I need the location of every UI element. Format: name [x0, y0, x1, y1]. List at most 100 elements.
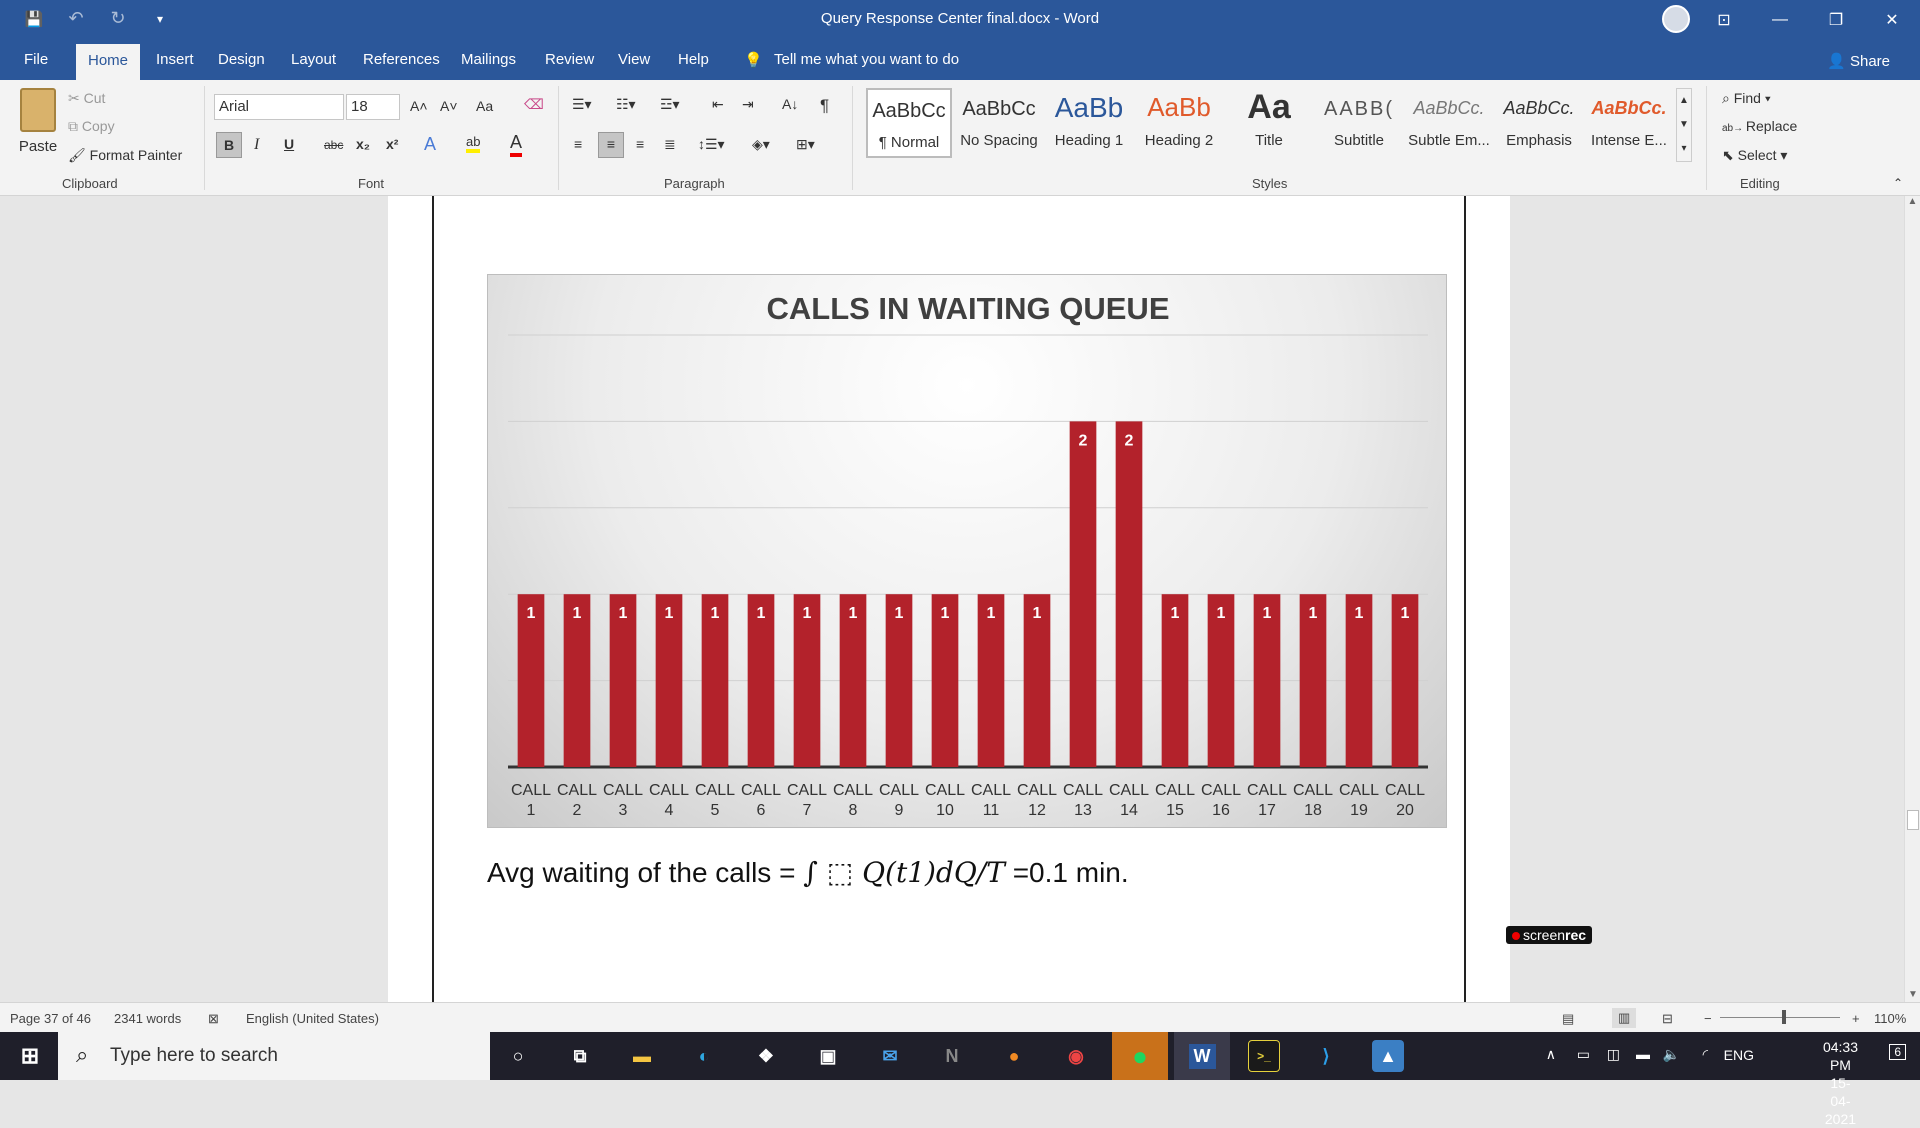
web-layout-icon[interactable]: ⊟	[1662, 1011, 1673, 1027]
equation-math[interactable]: ∫ ⬚ Q(t1)dQ/T	[803, 856, 1005, 889]
tab-design[interactable]: Design	[218, 51, 265, 68]
shading-icon[interactable]: ◈▾	[752, 136, 770, 153]
find-button[interactable]: ⌕ Find ▾	[1722, 90, 1771, 107]
tab-references[interactable]: References	[363, 51, 440, 68]
lightbulb-icon[interactable]: 💡	[744, 51, 763, 69]
highlight-icon[interactable]: ab	[466, 134, 481, 153]
close-button[interactable]: ✕	[1864, 0, 1920, 40]
format-painter-button[interactable]: 🖌 Format Painter	[68, 147, 182, 164]
line-spacing-icon[interactable]: ↕☰▾	[698, 136, 725, 153]
tab-layout[interactable]: Layout	[291, 51, 336, 68]
bar-chart[interactable]: CALLS IN WAITING QUEUE 1 CALL 1 1 CALL 2 1 CALL 3…	[487, 274, 1447, 828]
tab-insert[interactable]: Insert	[156, 51, 194, 68]
mail-icon[interactable]: ✉	[874, 1040, 906, 1072]
collapse-ribbon-icon[interactable]: ⌃	[1893, 176, 1903, 190]
copy-button[interactable]: ⧉ Copy	[68, 118, 115, 135]
superscript-button[interactable]: x²	[386, 136, 398, 152]
align-right-icon[interactable]: ≡	[636, 136, 644, 152]
text-effects-icon[interactable]: A	[424, 134, 436, 155]
change-case-button[interactable]: Aa	[476, 98, 493, 114]
strikethrough-button[interactable]: abc	[324, 138, 343, 152]
select-button[interactable]: ⬉ Select ▾	[1722, 147, 1787, 164]
store-icon[interactable]: ▣	[812, 1040, 844, 1072]
increase-indent-icon[interactable]: ⇥	[742, 96, 754, 113]
zoom-level[interactable]: 110%	[1874, 1011, 1906, 1026]
tell-me-box[interactable]: Tell me what you want to do	[774, 51, 959, 68]
wifi-icon[interactable]: ◜	[1703, 1046, 1708, 1063]
style-subtle-emphasis[interactable]: AaBbCc. Subtle Em...	[1406, 88, 1492, 158]
firefox-icon[interactable]: ●	[998, 1040, 1030, 1072]
dropbox-icon[interactable]: ❖	[750, 1040, 782, 1072]
page-count[interactable]: Page 37 of 46	[10, 1011, 91, 1026]
restore-button[interactable]: ❐	[1808, 0, 1864, 40]
tab-home[interactable]: Home	[76, 44, 141, 80]
cortana-icon[interactable]: ○	[502, 1040, 534, 1072]
zoom-slider[interactable]	[1720, 1017, 1840, 1018]
shrink-font-button[interactable]: A˅	[440, 98, 458, 114]
italic-button[interactable]: I	[254, 136, 259, 154]
scroll-down-arrow[interactable]: ▼	[1905, 989, 1920, 1000]
tray-chevron-icon[interactable]: ∧	[1546, 1046, 1556, 1063]
battery-icon[interactable]: ▬	[1636, 1046, 1650, 1062]
style-normal[interactable]: AaBbCc ¶ Normal	[866, 88, 952, 158]
style-intense-emphasis[interactable]: AaBbCc. Intense E...	[1586, 88, 1672, 158]
multilevel-list-icon[interactable]: ☲▾	[660, 96, 680, 113]
proofing-icon[interactable]: ⊠	[208, 1011, 219, 1027]
user-avatar[interactable]	[1662, 5, 1690, 33]
vscode-icon[interactable]: ⟩	[1310, 1040, 1342, 1072]
language-indicator[interactable]: English (United States)	[246, 1011, 379, 1026]
subscript-button[interactable]: x₂	[356, 136, 370, 152]
clock[interactable]: 04:33 PM 15-04-2021	[1823, 1038, 1858, 1128]
volume-icon[interactable]: 🔈	[1663, 1046, 1680, 1063]
borders-icon[interactable]: ⊞▾	[796, 136, 815, 153]
underline-button[interactable]: U	[284, 136, 294, 152]
show-formatting-button[interactable]: ¶	[820, 96, 829, 116]
task-view-icon[interactable]: ⧉	[564, 1040, 596, 1072]
bullets-icon[interactable]: ☰▾	[572, 96, 592, 113]
align-left-icon[interactable]: ≡	[574, 136, 582, 152]
style-heading-2[interactable]: AaBb Heading 2	[1136, 88, 1222, 158]
tab-review[interactable]: Review	[545, 51, 594, 68]
zoom-out-icon[interactable]: −	[1704, 1011, 1712, 1026]
font-name-dropdown[interactable]: Arial	[214, 94, 344, 120]
read-mode-icon[interactable]: ▤	[1562, 1011, 1574, 1027]
cut-button[interactable]: ✂ Cut	[68, 90, 105, 107]
notifications-button[interactable]: 6	[1889, 1044, 1906, 1060]
style-emphasis[interactable]: AaBbCc. Emphasis	[1496, 88, 1582, 158]
ribbon-display-options-icon[interactable]: ⊡	[1696, 0, 1752, 40]
spotify-icon[interactable]: ●	[1112, 1032, 1168, 1080]
edge-icon[interactable]: ◐	[688, 1040, 720, 1072]
style-subtitle[interactable]: AABB(Subtitle	[1316, 88, 1402, 158]
photos-icon[interactable]: ▲	[1372, 1040, 1404, 1072]
justify-icon[interactable]: ≣	[664, 136, 676, 153]
battery-saver-icon[interactable]: ▭	[1577, 1046, 1590, 1063]
tab-view[interactable]: View	[618, 51, 650, 68]
file-explorer-icon[interactable]: ▬	[626, 1040, 658, 1072]
font-size-dropdown[interactable]: 18	[346, 94, 400, 120]
vertical-scrollbar[interactable]: ▲ ▼	[1904, 196, 1920, 1002]
font-color-button[interactable]: A	[510, 132, 523, 157]
minimize-button[interactable]: —	[1752, 0, 1808, 40]
styles-more-icon[interactable]: ▲ ▼ ▾	[1676, 88, 1692, 162]
taskbar-search[interactable]: ⌕ Type here to search	[58, 1032, 490, 1080]
sort-button[interactable]: A↓	[782, 96, 798, 112]
replace-button[interactable]: ab→ Replace	[1722, 118, 1797, 134]
network-icon[interactable]: ◫	[1607, 1046, 1620, 1063]
zoom-slider-thumb[interactable]	[1782, 1010, 1786, 1024]
paste-button[interactable]: Paste	[16, 88, 60, 155]
clear-formatting-icon[interactable]: ⌫	[524, 96, 544, 113]
word-count[interactable]: 2341 words	[114, 1011, 181, 1026]
app-n-icon[interactable]: N	[936, 1040, 968, 1072]
windows-start-icon[interactable]: ⊞	[14, 1040, 46, 1072]
zoom-in-icon[interactable]: +	[1852, 1011, 1860, 1026]
scroll-up-arrow[interactable]: ▲	[1905, 196, 1920, 207]
grow-font-button[interactable]: A˄	[410, 98, 428, 114]
input-language[interactable]: ENG	[1724, 1047, 1754, 1063]
word-icon[interactable]: W	[1174, 1032, 1230, 1080]
style-no-spacing[interactable]: AaBbCc No Spacing	[956, 88, 1042, 158]
scroll-thumb[interactable]	[1907, 810, 1919, 830]
tab-mailings[interactable]: Mailings	[461, 51, 516, 68]
style-heading-1[interactable]: AaBb Heading 1	[1046, 88, 1132, 158]
style-title[interactable]: Aa Title	[1226, 88, 1312, 158]
terminal-icon[interactable]: >_	[1248, 1040, 1280, 1072]
